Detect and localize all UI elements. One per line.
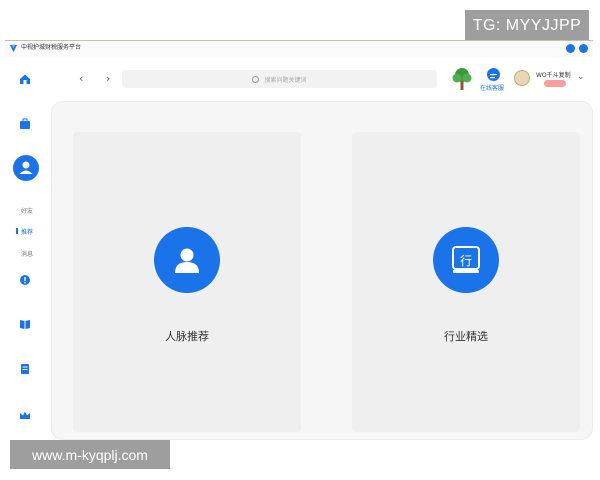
sidebar-sub-messages[interactable]: 消息 [21, 249, 33, 258]
help-icon[interactable] [19, 274, 31, 286]
person-icon [154, 227, 220, 293]
service-label[interactable]: 在线客服 [480, 83, 504, 92]
title-bar [5, 41, 593, 57]
card-industry-select[interactable]: 行 行业精选 [352, 132, 580, 432]
chevron-down-icon[interactable]: ⌄ [577, 72, 585, 82]
document-icon[interactable] [19, 363, 31, 375]
user-badge [544, 80, 566, 87]
active-marker [16, 228, 18, 234]
watermark-bottom: www.m-kyqplj.com [10, 440, 170, 469]
industry-glyph: 行 [459, 253, 472, 268]
app-logo-icon [9, 44, 18, 53]
search-icon [252, 75, 260, 83]
sidebar-sub-friends[interactable]: 好友 [21, 206, 33, 215]
sidebar-sub-recommend[interactable]: 推荐 [21, 227, 33, 236]
user-name[interactable]: WO千斗复制 [536, 70, 571, 79]
search-bar[interactable]: 搜索问题关键词 [122, 70, 437, 88]
forward-button[interactable]: › [106, 72, 110, 86]
tree-icon[interactable] [451, 67, 473, 91]
app-window: TG: MYYJJPP 中视护城财税服务平台 好友 推荐 消息 ‹ › 搜索问题… [0, 0, 600, 480]
card-label: 人脉推荐 [165, 330, 209, 343]
card-label: 行业精选 [444, 330, 488, 343]
minimize-icon[interactable] [566, 44, 575, 53]
card-contacts-recommend[interactable]: 人脉推荐 [73, 132, 301, 432]
chat-icon [490, 74, 497, 79]
search-placeholder: 搜索问题关键词 [264, 76, 307, 84]
bag-icon[interactable] [19, 118, 31, 130]
sidebar-item-contacts[interactable] [13, 155, 39, 181]
home-icon[interactable] [19, 73, 31, 85]
crown-icon[interactable] [19, 409, 31, 421]
service-icon[interactable] [487, 68, 500, 81]
book-icon[interactable] [19, 318, 31, 330]
back-button[interactable]: ‹ [79, 72, 83, 86]
app-title: 中视护城财税服务平台 [21, 44, 82, 51]
avatar[interactable] [514, 70, 530, 86]
user-icon [19, 161, 33, 174]
close-icon[interactable] [579, 44, 588, 53]
watermark-top: TG: MYYJJPP [465, 10, 589, 41]
industry-icon: 行 [433, 227, 499, 293]
